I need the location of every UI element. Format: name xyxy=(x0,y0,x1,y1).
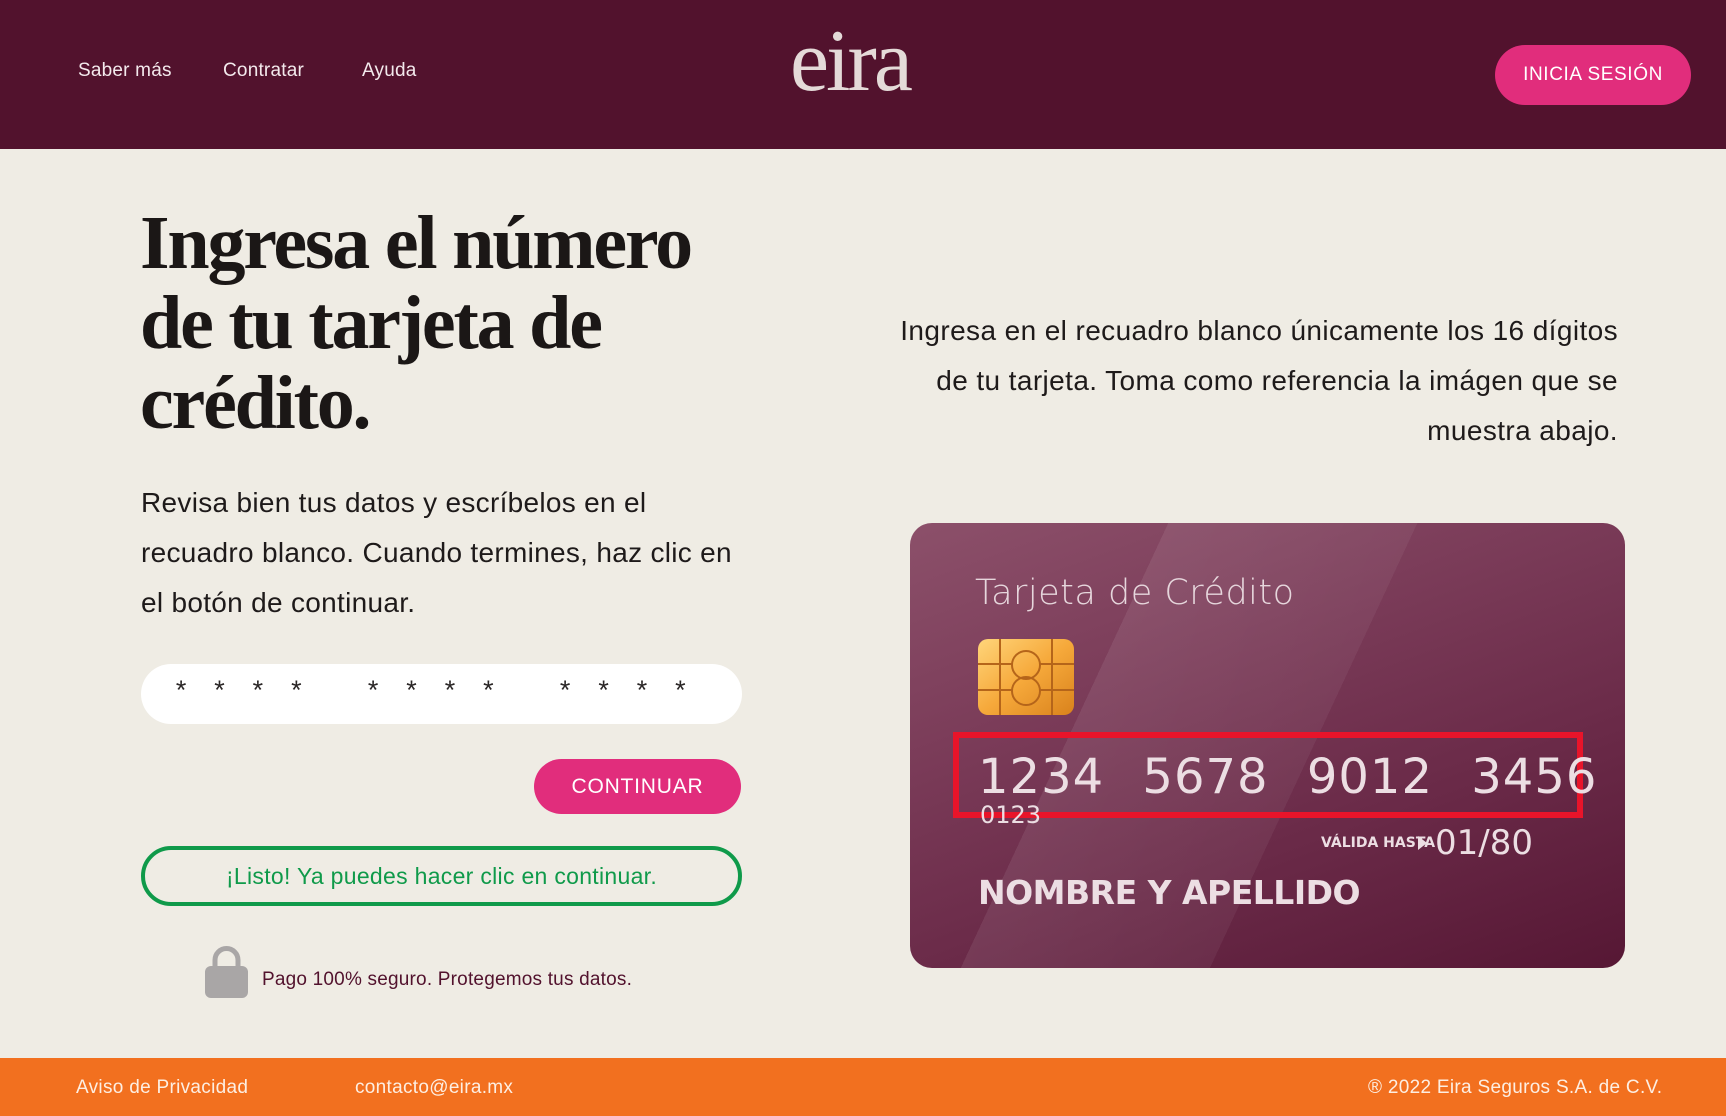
valid-arrow-icon xyxy=(1418,836,1427,850)
privacy-link[interactable]: Aviso de Privacidad xyxy=(76,1077,248,1099)
logo[interactable]: eira xyxy=(790,18,913,106)
card-chip-icon xyxy=(978,639,1074,715)
instructions-text: Revisa bien tus datos y escríbelos en el… xyxy=(141,487,732,618)
contact-email-link[interactable]: contacto@eira.mx xyxy=(355,1077,513,1099)
copyright-text: ® 2022 Eira Seguros S.A. de C.V. xyxy=(1368,1077,1663,1098)
lock-icon xyxy=(205,946,248,998)
secure-payment-note: Pago 100% seguro. Protegemos tus datos. xyxy=(205,946,632,998)
card-holder-name: NOMBRE Y APELLIDO xyxy=(978,873,1361,912)
card-number-input[interactable] xyxy=(141,664,742,724)
success-message: ¡Listo! Ya puedes hacer clic en continua… xyxy=(141,846,742,906)
page-title: Ingresa el número de tu tarjeta de crédi… xyxy=(140,201,693,445)
card-small-number: 0123 xyxy=(980,801,1042,829)
header: Saber más Contratar Ayuda eira INICIA SE… xyxy=(0,0,1726,149)
secure-text: Pago 100% seguro. Protegemos tus datos. xyxy=(262,969,633,990)
footer: Aviso de Privacidad contacto@eira.mx ® 2… xyxy=(0,1058,1726,1116)
card-label: Tarjeta de Crédito xyxy=(975,573,1295,613)
reference-instructions: Ingresa en el recuadro blanco únicamente… xyxy=(900,315,1618,446)
nav-ayuda[interactable]: Ayuda xyxy=(362,60,417,82)
valid-until-date: 01/80 xyxy=(1435,823,1533,863)
card-number: 1234 5678 9012 3456 xyxy=(978,749,1598,805)
nav-saber-mas[interactable]: Saber más xyxy=(78,60,172,82)
reference-card-image: Tarjeta de Crédito 1234 5678 9012 3456 0… xyxy=(910,523,1625,968)
continue-button[interactable]: CONTINUAR xyxy=(534,759,741,814)
nav-contratar[interactable]: Contratar xyxy=(223,60,304,82)
login-button[interactable]: INICIA SESIÓN xyxy=(1495,45,1691,105)
